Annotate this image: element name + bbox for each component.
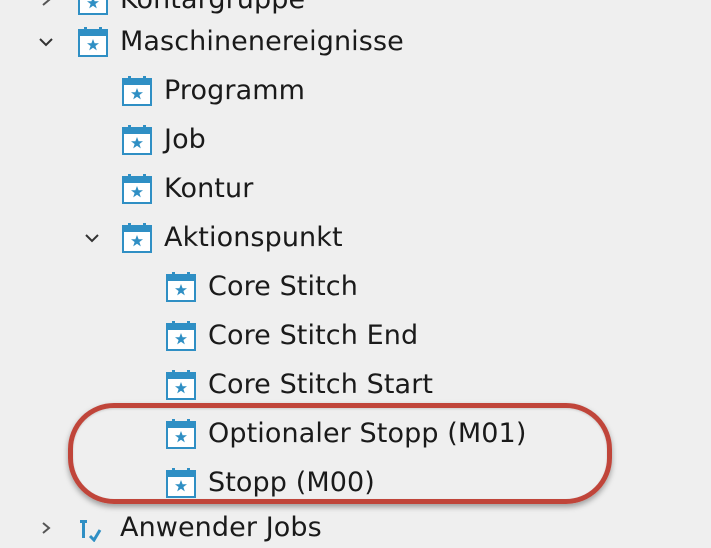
tree-item-core-stitch-start[interactable]: Core Stitch Start [164, 365, 433, 405]
chevron-right-icon[interactable] [34, 516, 58, 540]
calendar-star-icon [164, 417, 198, 451]
calendar-star-icon [164, 368, 198, 402]
tree-item-label: Kontargruppe [120, 0, 305, 20]
tree-item-optionaler-stopp[interactable]: Optionaler Stopp (M01) [164, 414, 526, 454]
tree-item-core-stitch[interactable]: Core Stitch [164, 267, 358, 307]
tree-item-label: Core Stitch Start [208, 369, 434, 400]
tree-item-label: Job [164, 124, 206, 155]
tree-item-label: Kontur [164, 173, 254, 204]
tree-item-stopp[interactable]: Stopp (M00) [164, 463, 375, 503]
calendar-star-icon [120, 123, 154, 157]
user-jobs-icon [80, 520, 102, 542]
calendar-star-icon [120, 221, 154, 255]
tree-item-anwender-jobs[interactable]: Anwender Jobs [34, 508, 322, 548]
tree-item-aktionspunkt[interactable]: Aktionspunkt [80, 218, 343, 258]
tree-item-programm[interactable]: Programm [120, 71, 305, 111]
tree-item-label: Aktionspunkt [164, 222, 343, 253]
tree-item-job[interactable]: Job [120, 120, 206, 160]
tree-item-maschinenereignisse[interactable]: Maschinenereignisse [34, 22, 404, 62]
chevron-right-icon[interactable] [34, 0, 58, 12]
calendar-star-icon [76, 0, 110, 17]
tree-item-label: Stopp (M00) [208, 467, 375, 498]
calendar-star-icon [120, 74, 154, 108]
tree-item-kontur[interactable]: Kontur [120, 169, 253, 209]
tree-item-kontargruppe[interactable]: Kontargruppe [34, 0, 305, 20]
tree-item-label: Maschinenereignisse [120, 26, 404, 57]
calendar-star-icon [164, 466, 198, 500]
calendar-star-icon [164, 270, 198, 304]
calendar-star-icon [76, 25, 110, 59]
tree-view: Kontargruppe Maschinenereignisse Program… [0, 0, 711, 543]
tree-item-label: Core Stitch [208, 271, 358, 302]
chevron-down-icon[interactable] [80, 226, 104, 250]
chevron-down-icon[interactable] [34, 30, 58, 54]
tree-item-label: Programm [164, 75, 306, 106]
tree-item-core-stitch-end[interactable]: Core Stitch End [164, 316, 418, 356]
tree-item-label: Optionaler Stopp (M01) [208, 418, 527, 449]
tree-item-label: Core Stitch End [208, 320, 419, 351]
calendar-star-icon [120, 172, 154, 206]
tree-item-label: Anwender Jobs [120, 512, 322, 543]
calendar-star-icon [164, 319, 198, 353]
